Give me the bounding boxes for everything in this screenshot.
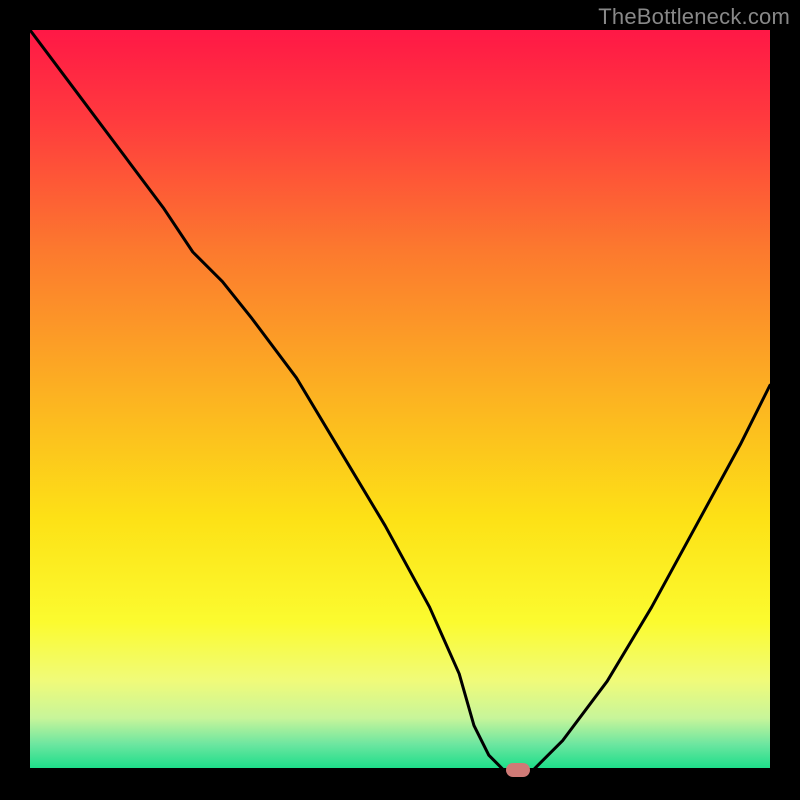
- optimum-marker: [506, 763, 530, 777]
- watermark-text: TheBottleneck.com: [598, 4, 790, 30]
- plot-svg: [30, 30, 770, 770]
- gradient-background: [30, 30, 770, 770]
- chart-frame: TheBottleneck.com: [0, 0, 800, 800]
- plot-area: [30, 30, 770, 770]
